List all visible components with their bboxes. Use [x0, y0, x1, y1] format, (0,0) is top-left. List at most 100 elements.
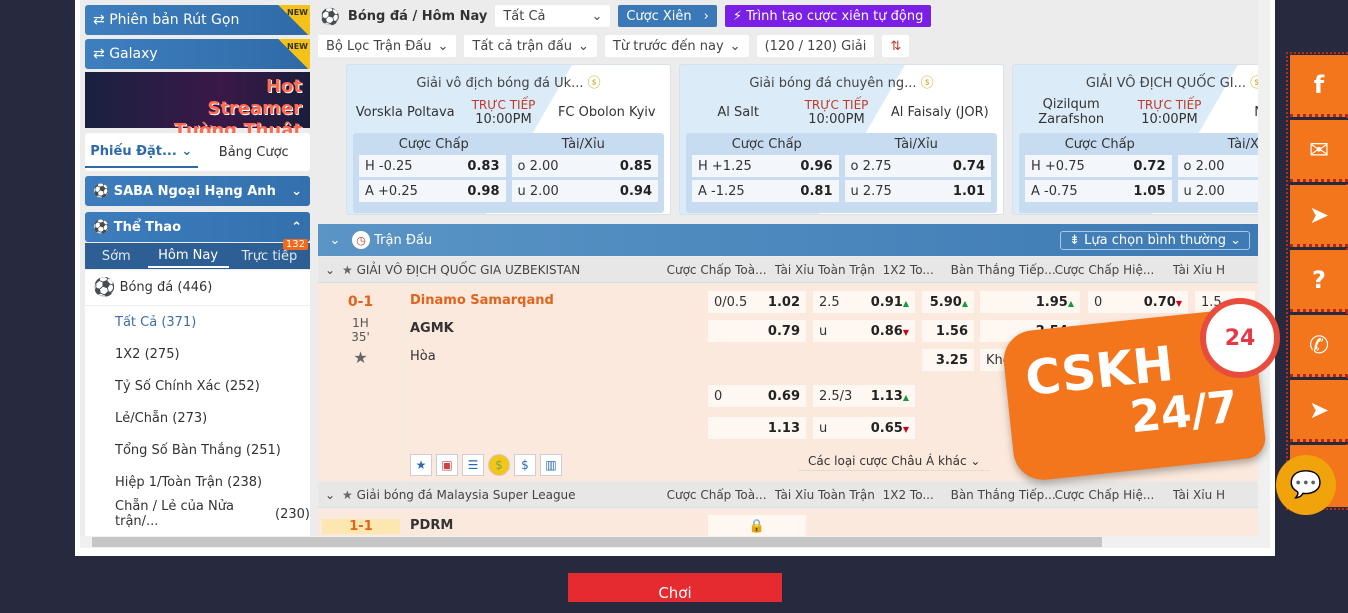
tab-early[interactable]: Sớm	[85, 249, 148, 264]
column-header: Bàn Thắng Tiếp...	[950, 487, 1055, 502]
odds-cell[interactable]: 0 0.70▼	[1088, 291, 1188, 313]
odds-cell[interactable]: u 2.00 0.94	[511, 180, 658, 202]
phone-icon[interactable]: ✆	[1290, 315, 1348, 377]
market-select[interactable]: Tất Cả ⌄	[495, 5, 611, 27]
match-score: 0-1	[347, 294, 374, 310]
sort-icon[interactable]: ⇅	[882, 35, 910, 57]
odds-cell[interactable]: u 2.75 1.01	[844, 180, 991, 202]
star-icon: ★	[342, 487, 353, 502]
sports-header[interactable]: ⚽ Thể Thao ⌃	[85, 212, 310, 242]
field-icon[interactable]: ▣	[436, 454, 458, 476]
odds-cell[interactable]: 1.56	[922, 320, 974, 342]
live-status: TRỰC TIẾP	[804, 97, 869, 112]
match-time: 10:00PM	[475, 111, 532, 127]
sport-football[interactable]: ⚽ Bóng đá (446)	[85, 270, 310, 306]
live-status: TRỰC TIẾP	[471, 97, 536, 112]
tab-live[interactable]: Trực tiếp 132	[229, 238, 310, 264]
time-filter[interactable]: Từ trước đến nay ⌄	[604, 35, 749, 57]
featured-match-card[interactable]: Giải vô địch bóng đá Uk... ⓢ Vorskla Pol…	[346, 64, 671, 215]
favorite-star-icon[interactable]: ★	[318, 348, 403, 367]
match-row: 1-1 PDRM 🔒	[318, 509, 1258, 536]
saba-premier-league[interactable]: ⚽ SABA Ngoại Hạng Anh ⌄	[85, 176, 310, 206]
play-button[interactable]: Chơi	[568, 573, 782, 602]
league-row[interactable]: ⌄ ★ GIẢI VÔ ĐỊCH QUỐC GIA UZBEKISTAN Cược…	[318, 257, 1258, 283]
live-chat-icon[interactable]: 💬	[1276, 455, 1336, 515]
odds-cell[interactable]: A -0.75 1.05	[1025, 180, 1172, 202]
dollar-icon[interactable]: $	[514, 454, 536, 476]
galaxy-button[interactable]: ⇄ Galaxy NEW	[85, 39, 310, 69]
column-header: Cược Chấp Hiệ...	[1054, 262, 1155, 277]
all-matches-filter[interactable]: Tất cả trận đấu ⌄	[464, 35, 597, 57]
odds-cell[interactable]: 3.25	[922, 349, 974, 371]
football-icon: ⚽	[93, 277, 116, 298]
display-option-select[interactable]: ⇟ Lựa chọn bình thường ⌄	[1060, 230, 1250, 250]
auto-parlay-button[interactable]: ⚡ Trình tạo cược xiên tự động	[724, 5, 932, 27]
odds-cell[interactable]: u 0.65▼	[813, 417, 915, 439]
menu-item[interactable]: 1X2 (275)	[85, 338, 310, 370]
odds-cell[interactable]: o 2.75 0.74	[844, 155, 991, 177]
tab-bet-slip[interactable]: Phiếu Đặt... ⌄	[85, 137, 198, 168]
odds-cell[interactable]: A -1.25 0.81	[692, 180, 839, 202]
compact-version-button[interactable]: ⇄ Phiên bản Rút Gọn NEW	[85, 5, 310, 35]
odds-cell[interactable]: u 2.00	[1177, 180, 1270, 202]
help-icon[interactable]: ?	[1290, 250, 1348, 312]
odds-cell[interactable]: 2.5 0.91▲	[813, 291, 915, 313]
odds-cell[interactable]: 0.79	[708, 320, 806, 342]
horizontal-scrollbar[interactable]	[80, 536, 1270, 548]
timer-icon: ◷	[352, 231, 370, 249]
odds-cell[interactable]: A +0.25 0.98	[359, 180, 506, 202]
odds-cell[interactable]: 0/0.5 1.02	[708, 291, 806, 313]
odds-cell[interactable]: H +1.25 0.96	[692, 155, 839, 177]
cashout-icon[interactable]: $	[488, 454, 510, 476]
cskh-hours: 24/7	[1127, 381, 1241, 444]
odds-cell[interactable]: 5.90▲	[922, 291, 974, 313]
column-header: 1X2 To...	[882, 262, 934, 277]
column-header: Tài Xỉu H	[1172, 487, 1226, 502]
list-icon[interactable]: ☰	[462, 454, 484, 476]
parlay-button[interactable]: Cược Xiên ›	[618, 5, 717, 27]
more-asian-bets[interactable]: Các loại cược Châu Á khác ⌄	[798, 452, 991, 471]
star-icon[interactable]: ★	[410, 454, 432, 476]
stats-icon[interactable]: ▥	[540, 454, 562, 476]
match-time: 10:00PM	[1141, 111, 1198, 127]
collapse-icon[interactable]: ⌄	[318, 233, 352, 248]
league-count[interactable]: (120 / 120) Giải	[756, 35, 875, 57]
chevron-down-icon: ⌄	[291, 183, 302, 199]
hot-streamer-banner[interactable]: Hot Streamer Tường Thuật	[85, 72, 310, 141]
featured-match-card[interactable]: Giải bóng đá chuyên ng... ⓢ Al Salt TRỰC …	[679, 64, 1004, 215]
featured-match-card[interactable]: GIẢI VÔ ĐỊCH QUỐC GI... ⓢ Qizilqum Zaraf…	[1012, 64, 1270, 215]
sport-menu: ⚽ Bóng đá (446) Tất Cả (371) 1X2 (275) T…	[85, 270, 310, 536]
draw-label: Hòa	[410, 349, 436, 364]
swap-icon: ⇄	[93, 46, 110, 62]
odds-cell[interactable]: H -0.25 0.83	[359, 155, 506, 177]
odds-cell[interactable]: 1.13	[708, 417, 806, 439]
odds-cell[interactable]: u 0.86▼	[813, 320, 915, 342]
column-header: Tài Xỉu Toàn Trận	[774, 262, 875, 277]
card-league: GIẢI VÔ ĐỊCH QUỐC GI...	[1085, 76, 1247, 91]
tab-today[interactable]: Hôm Nay	[147, 245, 229, 268]
odds-cell[interactable]: o 2.00 0.85	[511, 155, 658, 177]
telegram-icon[interactable]: ➤	[1290, 380, 1348, 442]
vertical-scrollbar[interactable]	[1258, 0, 1270, 536]
messenger-icon[interactable]: ✉	[1290, 120, 1348, 182]
menu-item[interactable]: Tất Cả (371)	[85, 306, 310, 338]
menu-item[interactable]: Lẻ/Chẵn (273)	[85, 402, 310, 434]
odds-cell[interactable]: 0 0.69	[708, 385, 806, 407]
odds-cell[interactable]: o 2.00	[1177, 155, 1270, 177]
league-row[interactable]: ⌄ ★ Giải bóng đá Malaysia Super League Cư…	[318, 482, 1258, 508]
odds-cell[interactable]: 2.5/3 1.13▲	[813, 385, 915, 407]
menu-item[interactable]: Tổng Số Bàn Thắng (251)	[85, 434, 310, 466]
menu-item[interactable]: Hiệp 1/Toàn Trận (238)	[85, 466, 310, 498]
match-filter[interactable]: Bộ Lọc Trận Đấu ⌄	[318, 35, 457, 57]
handicap-header: Cược Chấp	[731, 137, 802, 152]
matches-section-header: ⌄ ◷ Trận Đấu ⇟ Lựa chọn bình thường ⌄	[318, 224, 1258, 256]
column-header: Tài Xỉu H	[1172, 262, 1226, 277]
odds-cell[interactable]: 1.95▲	[980, 291, 1080, 313]
menu-item[interactable]: Tỷ Số Chính Xác (252)	[85, 370, 310, 402]
odds-cell[interactable]: H +0.75 0.72	[1025, 155, 1172, 177]
phone-24-icon: 24	[1200, 298, 1280, 378]
tab-bet-list[interactable]: Bảng Cược	[198, 145, 311, 160]
menu-item[interactable]: Chẵn / Lẻ của Nửa trận/... (230)	[85, 498, 310, 530]
facebook-icon[interactable]: f	[1290, 55, 1348, 117]
telegram-icon[interactable]: ➤	[1290, 185, 1348, 247]
